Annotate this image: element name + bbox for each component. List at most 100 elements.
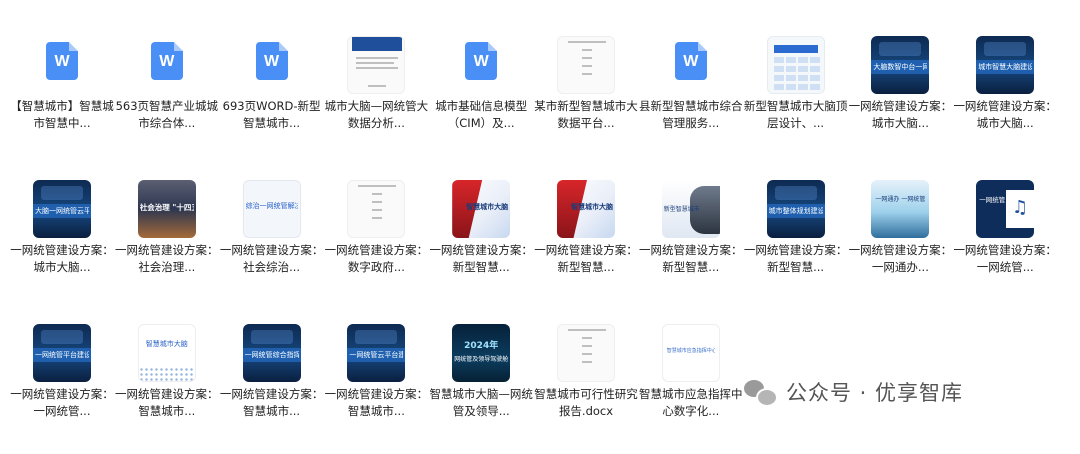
music-note-icon: ♫ bbox=[1012, 197, 1029, 218]
slide-thumbnail: 大脑一网统管云平台建设 bbox=[33, 180, 91, 238]
file-item[interactable]: 智慧城市可行性研究报告.docx bbox=[534, 324, 638, 454]
thumbnail-title: 城市智慧大脑建设方案 bbox=[978, 63, 1033, 71]
file-item[interactable]: 城市智慧大脑建设方案一网统管建设方案：城市大脑... bbox=[953, 36, 1057, 166]
file-item[interactable]: W 563页智慧产业城城市综合体... bbox=[115, 36, 219, 166]
file-name: 城市基础信息模型（CIM）及... bbox=[435, 99, 528, 130]
thumbnail-title: 大脑一网统管云平台建设 bbox=[35, 207, 89, 215]
document-thumbnail bbox=[347, 180, 406, 238]
file-name: 一网统管建设方案：一网通办... bbox=[848, 243, 953, 274]
file-item[interactable]: 新型智慧城市大脑顶层设计、... bbox=[744, 36, 848, 166]
file-name: 一网统管建设方案：数字政府... bbox=[324, 243, 429, 274]
thumbnail-title: 社会治理 "十四五" bbox=[139, 203, 194, 212]
file-name: 【智慧城市】智慧城市智慧中... bbox=[10, 99, 114, 130]
file-name: 城市大脑—网统管大数据分析... bbox=[324, 99, 429, 130]
file-item[interactable]: 大脑一网统管云平台建设一网统管建设方案：城市大脑... bbox=[10, 180, 114, 310]
file-name: 693页WORD-新型智慧城市... bbox=[222, 99, 321, 130]
word-file-icon: W bbox=[33, 36, 91, 94]
thumbnail-title: 智慧城市大脑建设方案 bbox=[571, 203, 613, 211]
file-name: 某市新型智慧城市大数据平台... bbox=[534, 99, 638, 130]
file-item[interactable]: 一网通办 一网统管一网统管建设方案：一网通办... bbox=[848, 180, 952, 310]
file-name: 563页智慧产业城城市综合体... bbox=[115, 99, 219, 130]
file-item[interactable]: 一网统管建设方案：数字政府... bbox=[324, 180, 428, 310]
slide-thumbnail: 智慧城市应急指挥中心 bbox=[661, 324, 720, 382]
file-item[interactable]: 一网统管云平台建设一网统管建设方案：智慧城市... bbox=[324, 324, 428, 454]
file-item[interactable]: 社会治理 "十四五" 一网统管建设方案：社会治理... bbox=[115, 180, 219, 310]
wechat-icon bbox=[744, 378, 778, 407]
file-item[interactable]: 一网统管平台建设 一网统管建设方案：一网统管... bbox=[10, 324, 114, 454]
file-name: 新型智慧城市大脑顶层设计、... bbox=[743, 99, 848, 130]
thumbnail-title: 大脑数智中台一网统管 bbox=[873, 63, 928, 71]
file-item[interactable]: ♫ 一网统管一网统管建设方案：一网统管... bbox=[953, 180, 1057, 310]
slide-thumbnail: 新型智慧城市 bbox=[661, 180, 720, 238]
file-name: 一网统管建设方案：智慧城市... bbox=[324, 387, 429, 418]
word-icon-letter: W bbox=[159, 53, 175, 70]
file-item[interactable]: 新型智慧城市一网统管建设方案：新型智慧... bbox=[639, 180, 743, 310]
slide-thumbnail: 一网统管平台建设 bbox=[33, 324, 91, 382]
file-item[interactable]: 综治一网统管解决一网统管建设方案：社会综治... bbox=[220, 180, 324, 310]
file-name: 一网统管建设方案：城市大脑... bbox=[953, 99, 1057, 130]
slide-thumbnail: 一网统管综合指挥 bbox=[242, 324, 301, 382]
slide-thumbnail: 智慧城市大脑建设方案 bbox=[557, 180, 615, 238]
slide-thumbnail bbox=[766, 36, 825, 94]
file-item[interactable]: W 693页WORD-新型智慧城市... bbox=[220, 36, 324, 166]
file-item[interactable]: W 县新型智慧城市综合管理服务... bbox=[639, 36, 743, 166]
file-item[interactable]: 智慧城市应急指挥中心智慧城市应急指挥中心数字化... bbox=[639, 324, 743, 454]
slide-thumbnail: 大脑数智中台一网统管 bbox=[871, 36, 930, 94]
word-file-icon: W bbox=[452, 36, 510, 94]
slide-thumbnail: 智慧城市大脑运营中心 bbox=[452, 180, 511, 238]
file-item[interactable]: 智慧城市大脑建设方案一网统管建设方案：新型智慧... bbox=[534, 180, 638, 310]
watermark-text: 公众号 · 优享智库 bbox=[786, 381, 964, 405]
slide-thumbnail: 城市整体规划建设 bbox=[766, 180, 825, 238]
file-name: 一网统管建设方案：城市大脑... bbox=[848, 99, 953, 130]
thumbnail-title: 网统管及领导驾驶舱 bbox=[454, 356, 509, 363]
file-item[interactable]: 智慧城市大脑一网统管建设方案：智慧城市... bbox=[115, 324, 219, 454]
slide-thumbnail: 智慧城市大脑 bbox=[137, 324, 196, 382]
thumbnail-title: 一网统管 bbox=[979, 196, 1006, 204]
file-item[interactable]: 城市整体规划建设一网统管建设方案：新型智慧... bbox=[744, 180, 848, 310]
file-item[interactable]: 大脑数智中台一网统管一网统管建设方案：城市大脑... bbox=[848, 36, 952, 166]
file-name: 一网统管建设方案：一网统管... bbox=[953, 243, 1057, 274]
file-name: 一网统管建设方案：社会治理... bbox=[115, 243, 219, 274]
file-item[interactable]: 一网统管综合指挥 一网统管建设方案：智慧城市... bbox=[220, 324, 324, 454]
thumbnail-title: 新型智慧城市 bbox=[663, 206, 700, 213]
slide-thumbnail: 城市智慧大脑建设方案 bbox=[976, 36, 1035, 94]
file-item[interactable]: 城市大脑—网统管大数据分析... bbox=[324, 36, 428, 166]
watermark: 公众号 · 优享智库 bbox=[744, 372, 963, 412]
word-icon-letter: W bbox=[54, 53, 70, 70]
file-name: 一网统管建设方案：智慧城市... bbox=[115, 387, 219, 418]
thumbnail-title: 智慧城市大脑运营中心 bbox=[466, 203, 509, 211]
thumbnail-year: 2024年 bbox=[464, 341, 499, 351]
file-name: 一网统管建设方案：新型智慧... bbox=[639, 243, 743, 274]
file-name: 县新型智慧城市综合管理服务... bbox=[639, 99, 743, 130]
slide-thumbnail: 一网通办 一网统管 bbox=[871, 180, 930, 238]
slide-thumbnail: ♫ 一网统管 bbox=[976, 180, 1035, 238]
file-name: 一网统管建设方案：新型智慧... bbox=[429, 243, 533, 274]
thumbnail-title: 综治一网统管解决 bbox=[245, 202, 298, 210]
thumbnail-title: 城市整体规划建设 bbox=[768, 207, 823, 215]
thumbnail-title: 智慧城市大脑 bbox=[145, 340, 188, 348]
file-name: 一网统管建设方案：新型智慧... bbox=[534, 243, 638, 274]
slide-thumbnail: 社会治理 "十四五" bbox=[137, 180, 196, 238]
file-name: 智慧城市可行性研究报告.docx bbox=[534, 387, 638, 418]
slide-thumbnail: 2024年网统管及领导驾驶舱 bbox=[452, 324, 511, 382]
thumbnail-title: 一网通办 一网统管 bbox=[875, 196, 926, 203]
document-thumbnail bbox=[557, 324, 615, 382]
document-thumbnail bbox=[347, 36, 406, 94]
word-icon-letter: W bbox=[683, 53, 699, 70]
word-file-icon: W bbox=[138, 36, 196, 94]
file-item[interactable]: W 【智慧城市】智慧城市智慧中... bbox=[10, 36, 114, 166]
file-item[interactable]: W 城市基础信息模型（CIM）及... bbox=[429, 36, 533, 166]
file-name: 智慧城市应急指挥中心数字化... bbox=[639, 387, 743, 418]
file-item[interactable]: 智慧城市大脑运营中心一网统管建设方案：新型智慧... bbox=[429, 180, 533, 310]
file-item[interactable]: 2024年网统管及领导驾驶舱智慧城市大脑—网统管及领导... bbox=[429, 324, 533, 454]
file-name: 智慧城市大脑—网统管及领导... bbox=[429, 387, 533, 418]
word-file-icon: W bbox=[243, 36, 301, 94]
slide-thumbnail: 综治一网统管解决 bbox=[242, 180, 301, 238]
file-item[interactable]: 某市新型智慧城市大数据平台... bbox=[534, 36, 638, 166]
thumbnail-title: 一网统管平台建设 bbox=[35, 351, 89, 359]
file-name: 一网统管建设方案：社会综治... bbox=[219, 243, 324, 274]
thumbnail-title: 一网统管云平台建设 bbox=[349, 351, 404, 359]
file-name: 一网统管建设方案：新型智慧... bbox=[743, 243, 848, 274]
document-thumbnail bbox=[557, 36, 615, 94]
word-file-icon: W bbox=[662, 36, 720, 94]
